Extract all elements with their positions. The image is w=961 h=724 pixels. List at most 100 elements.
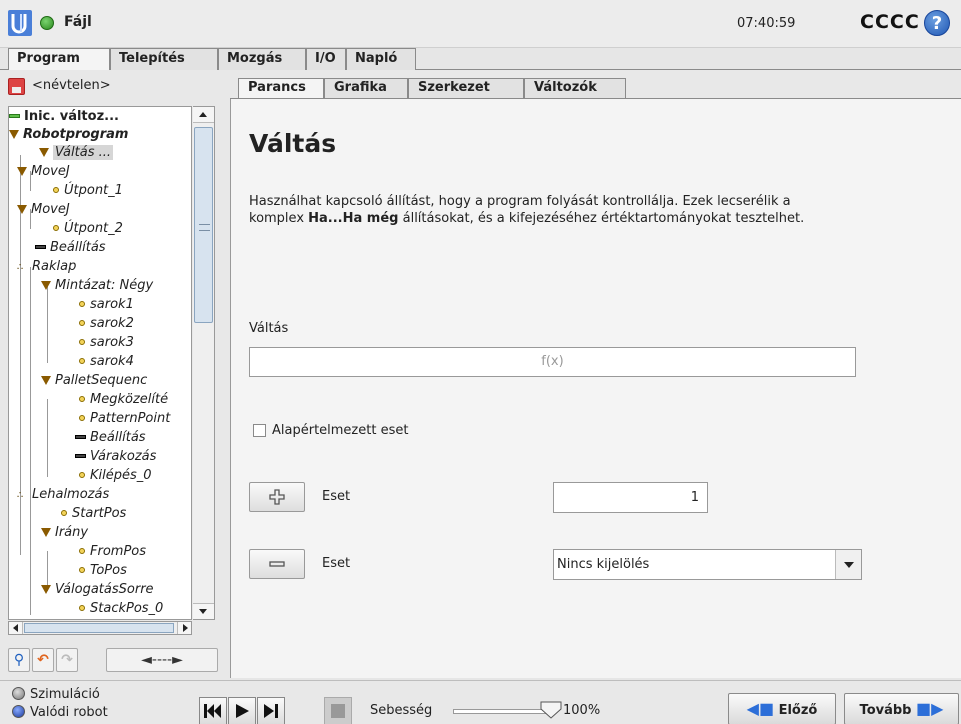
- tree-vertical-scrollbar[interactable]: [193, 106, 215, 620]
- waypoint-icon: [61, 510, 67, 516]
- tab-installation[interactable]: Telepítés: [110, 48, 218, 70]
- footer-bar: Szimuláció Valódi robot Sebesség 100% ◀■…: [0, 680, 961, 724]
- sort-triangle-icon: [41, 585, 51, 594]
- scroll-right-icon[interactable]: [177, 622, 191, 634]
- redo-icon[interactable]: ↷: [56, 648, 78, 672]
- tree-item[interactable]: Robotprogram: [9, 125, 128, 144]
- next-button[interactable]: Tovább ■▶: [844, 693, 959, 724]
- scroll-thumb[interactable]: [194, 127, 213, 323]
- tree-item[interactable]: sarok3: [79, 333, 134, 352]
- tree-line: [30, 495, 31, 615]
- play-button[interactable]: [228, 697, 256, 724]
- case-select-value: Nincs kijelölés: [557, 557, 650, 572]
- program-tree-panel: <névtelen> Inic. változ... Robotprogram …: [0, 70, 230, 680]
- file-menu[interactable]: Fájl: [64, 14, 92, 30]
- scroll-down-icon[interactable]: [193, 603, 214, 619]
- tree-item[interactable]: Kilépés_0: [79, 466, 152, 485]
- tree-item[interactable]: ∴ Raklap: [17, 257, 76, 276]
- previous-button[interactable]: ◀■ Előző: [728, 693, 836, 724]
- add-case-label: Eset: [322, 489, 351, 504]
- waypoint-icon: [79, 605, 85, 611]
- default-case-checkbox[interactable]: [253, 424, 266, 437]
- expression-field[interactable]: f(x): [249, 347, 856, 377]
- speed-slider[interactable]: [453, 709, 553, 714]
- tree-item[interactable]: MoveJ: [17, 200, 70, 219]
- minus-icon: [269, 561, 285, 567]
- real-robot-icon: [12, 705, 25, 718]
- speed-label: Sebesség: [370, 703, 433, 718]
- tree-item[interactable]: PalletSequenc: [41, 371, 147, 390]
- step-icon: [264, 704, 278, 718]
- rewind-icon: [204, 704, 221, 718]
- tree-item[interactable]: VálogatásSorre: [41, 580, 154, 599]
- real-robot-mode-radio[interactable]: Valódi robot: [12, 705, 108, 720]
- case-number-input[interactable]: 1: [553, 482, 708, 513]
- save-icon[interactable]: [8, 78, 25, 95]
- tree-item[interactable]: Útpont_1: [53, 181, 123, 200]
- waypoint-icon: [79, 548, 85, 554]
- waypoint-icon: [53, 225, 59, 231]
- waypoint-icon: [79, 472, 85, 478]
- waypoint-icon: [79, 567, 85, 573]
- tab-io[interactable]: I/O: [306, 48, 346, 70]
- tree-item[interactable]: Mintázat: Négy: [41, 276, 153, 295]
- set-icon: [35, 245, 46, 249]
- tree-item[interactable]: ToPos: [79, 561, 127, 580]
- tree-item[interactable]: Inic. változ...: [9, 107, 119, 126]
- help-icon[interactable]: ?: [924, 10, 950, 36]
- tree-item[interactable]: FromPos: [79, 542, 146, 561]
- tree-item[interactable]: Megközelíté: [79, 390, 168, 409]
- tree-item[interactable]: sarok2: [79, 314, 134, 333]
- remove-case-label: Eset: [322, 556, 351, 571]
- waypoint-icon: [79, 320, 85, 326]
- switch-triangle-icon: [39, 148, 49, 157]
- tab-log[interactable]: Napló: [346, 48, 416, 70]
- simulation-mode-radio[interactable]: Szimuláció: [12, 687, 100, 702]
- tree-item[interactable]: MoveJ: [17, 162, 70, 181]
- add-case-button[interactable]: [249, 482, 305, 512]
- speed-slider-knob-icon[interactable]: [540, 701, 562, 719]
- step-button[interactable]: [257, 697, 285, 724]
- tree-item[interactable]: PatternPoint: [79, 409, 170, 428]
- chevron-down-icon[interactable]: [835, 550, 861, 579]
- tree-item[interactable]: sarok4: [79, 352, 134, 371]
- tree-item[interactable]: Beállítás: [75, 428, 146, 447]
- arrow-right-icon: ■▶: [916, 699, 944, 718]
- ur-logo-icon: [8, 10, 32, 36]
- program-tree[interactable]: Inic. változ... Robotprogram Váltás ... …: [8, 106, 192, 620]
- tree-item-selected[interactable]: Váltás ...: [39, 143, 114, 162]
- tree-item[interactable]: Útpont_2: [53, 219, 123, 238]
- case-select-dropdown[interactable]: Nincs kijelölés: [553, 549, 862, 580]
- speed-value: 100%: [563, 703, 601, 718]
- tab-structure[interactable]: Szerkezet: [408, 78, 524, 99]
- tree-item[interactable]: StartPos: [61, 504, 126, 523]
- tree-item[interactable]: Irány: [41, 523, 88, 542]
- tab-variables[interactable]: Változók: [524, 78, 626, 99]
- move-node-button[interactable]: ◄----►: [106, 648, 218, 672]
- tree-line: [30, 267, 31, 495]
- tab-move[interactable]: Mozgás: [218, 48, 306, 70]
- move-triangle-icon: [17, 167, 27, 176]
- program-filename: <névtelen>: [32, 78, 111, 93]
- tree-item[interactable]: sarok1: [79, 295, 134, 314]
- undo-icon[interactable]: ↶: [32, 648, 54, 672]
- tree-horizontal-scrollbar[interactable]: [8, 621, 192, 635]
- scroll-up-icon[interactable]: [193, 107, 214, 123]
- folder-triangle-icon: [9, 130, 19, 139]
- remove-case-button[interactable]: [249, 549, 305, 579]
- switch-label: Váltás: [249, 321, 289, 336]
- tree-item[interactable]: ∴ Lehalmozás: [17, 485, 109, 504]
- scroll-left-icon[interactable]: [9, 622, 23, 634]
- waypoint-icon: [79, 339, 85, 345]
- tree-item[interactable]: Várakozás: [75, 447, 156, 466]
- rewind-button[interactable]: [199, 697, 227, 724]
- scroll-thumb[interactable]: [24, 623, 174, 633]
- stop-button[interactable]: [324, 697, 352, 724]
- tab-graphics[interactable]: Grafika: [324, 78, 408, 99]
- search-icon[interactable]: ⚲: [8, 648, 30, 672]
- tab-command[interactable]: Parancs: [238, 78, 324, 100]
- tab-program[interactable]: Program: [8, 48, 110, 71]
- tree-item[interactable]: StackPos_0: [79, 599, 163, 618]
- title-bar: Fájl 07:40:59 CCCC ?: [0, 0, 961, 48]
- tree-item[interactable]: Beállítás: [35, 238, 106, 257]
